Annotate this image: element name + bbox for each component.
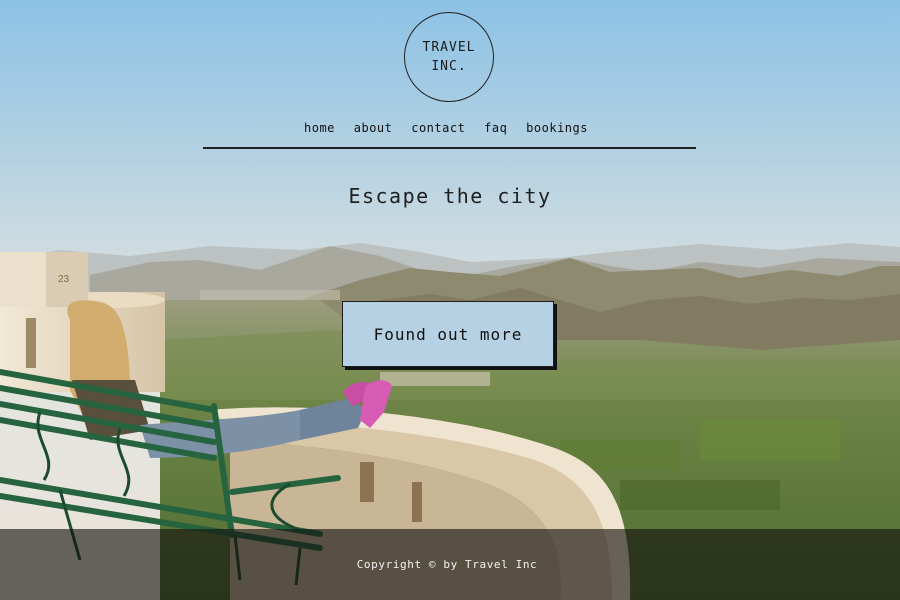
svg-text:23: 23 — [58, 274, 70, 285]
logo-text-line2: INC. — [431, 59, 467, 74]
copyright-text: Copyright © by Travel Inc — [356, 558, 538, 571]
found-out-more-button[interactable]: Found out more — [342, 301, 554, 367]
logo-text-line1: TRAVEL — [422, 40, 476, 55]
footer: Copyright © by Travel Inc — [0, 529, 900, 600]
nav-link-about[interactable]: about — [350, 121, 397, 135]
landing-page: 23 TRAVEL INC. home about contact faq bo… — [0, 0, 900, 600]
travel-inc-logo[interactable]: TRAVEL INC. — [404, 12, 494, 102]
main-navigation: home about contact faq bookings — [300, 121, 592, 135]
nav-link-faq[interactable]: faq — [480, 121, 511, 135]
nav-link-bookings[interactable]: bookings — [522, 121, 592, 135]
nav-link-home[interactable]: home — [300, 121, 339, 135]
nav-link-contact[interactable]: contact — [407, 121, 469, 135]
hero-tagline: Escape the city — [348, 184, 552, 208]
header-divider — [203, 147, 696, 149]
